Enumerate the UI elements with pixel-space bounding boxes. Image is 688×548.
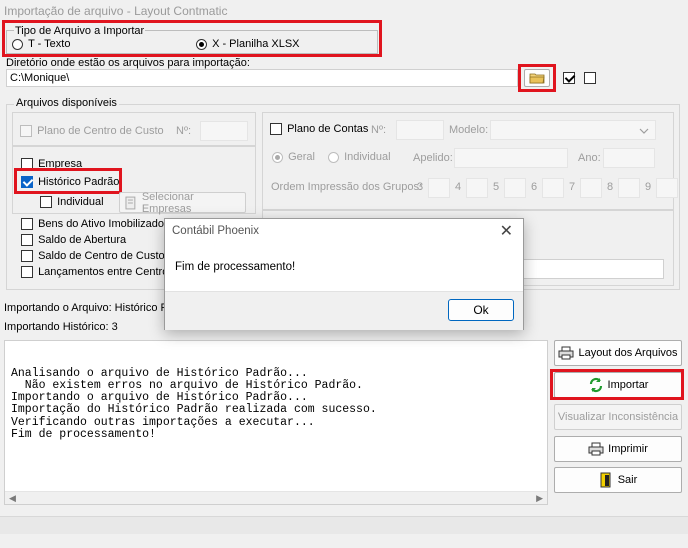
modelo-select[interactable]	[490, 120, 656, 140]
saldo-centro-custo-label: Saldo de Centro de Custo	[38, 250, 165, 262]
ano-label: Ano:	[578, 152, 601, 164]
dialog-close-icon[interactable]: ✕	[500, 221, 513, 241]
saldo-centro-custo-checkbox[interactable]	[21, 250, 33, 263]
importing-file-label: Importando o Arquivo: Histórico Pa	[4, 302, 174, 314]
lancamentos-option[interactable]: Lançamentos entre Centro	[21, 266, 169, 279]
scroll-right-icon[interactable]: ▶	[536, 493, 543, 504]
window-title: Importação de arquivo - Layout Contmatic	[4, 4, 228, 18]
sair-button[interactable]: Sair	[554, 467, 682, 493]
importing-count-label: Importando Histórico: 3	[4, 321, 118, 333]
bens-ativo-checkbox[interactable]	[21, 218, 33, 231]
individual2-radio[interactable]	[328, 151, 339, 163]
dialog-message: Fim de processamento!	[175, 261, 296, 273]
individual-option[interactable]: Individual	[40, 196, 104, 209]
saldo-abertura-option[interactable]: Saldo de Abertura	[21, 234, 127, 247]
saldo-abertura-checkbox[interactable]	[21, 234, 33, 247]
geral-label: Geral	[288, 151, 315, 163]
window-titlebar: Importação de arquivo - Layout Contmatic	[0, 0, 688, 22]
log-line: Fim de processamento!	[11, 428, 156, 442]
ordem-group-label: 4	[455, 181, 462, 193]
status-bar	[0, 516, 688, 534]
ano-input[interactable]	[603, 148, 655, 168]
layout-arquivos-button[interactable]: Layout dos Arquivos	[554, 340, 682, 366]
highlight-importar-button	[550, 369, 684, 400]
ordem-group-label: 7	[569, 181, 576, 193]
printer-icon	[558, 346, 574, 360]
ordem-group-label: 6	[531, 181, 538, 193]
plano-centro-custo-label: Plano de Centro de Custo	[37, 125, 164, 137]
plano-centro-custo-option[interactable]: Plano de Centro de Custo	[20, 125, 164, 138]
bens-ativo-label: Bens do Ativo Imobilizado	[38, 218, 165, 230]
imprimir-label: Imprimir	[608, 443, 648, 455]
lancamentos-label: Lançamentos entre Centro	[38, 266, 169, 278]
ordem-group-input[interactable]	[504, 178, 526, 198]
directory-checkbox-2[interactable]	[584, 72, 596, 84]
available-files-legend: Arquivos disponíveis	[14, 97, 119, 109]
ordem-group-label: 3	[417, 181, 424, 193]
highlight-browse-button	[518, 64, 556, 92]
modelo-label: Modelo:	[449, 124, 489, 136]
document-icon	[125, 196, 136, 209]
dialog-title: Contábil Phoenix	[172, 225, 259, 237]
visualizar-inconsistencia-label: Visualizar Inconsistência	[557, 411, 679, 423]
plano-centro-custo-checkbox[interactable]	[20, 125, 32, 138]
individual-checkbox[interactable]	[40, 196, 52, 209]
centro-custo-no-label: Nº:	[176, 125, 192, 137]
plano-contas-no-input[interactable]	[396, 120, 444, 140]
printer-icon	[588, 442, 604, 456]
directory-label: Diretório onde estão os arquivos para im…	[6, 57, 250, 69]
saldo-abertura-label: Saldo de Abertura	[38, 234, 127, 246]
lancamentos-checkbox[interactable]	[21, 266, 33, 279]
layout-arquivos-label: Layout dos Arquivos	[578, 347, 678, 359]
directory-value: C:\Monique\	[10, 72, 70, 84]
imprimir-button[interactable]: Imprimir	[554, 436, 682, 462]
scroll-left-icon[interactable]: ◀	[9, 493, 16, 504]
selecionar-empresas-label: Selecionar Empresas	[141, 190, 194, 215]
individual-label: Individual	[57, 196, 104, 208]
dialog-footer: Ok	[165, 291, 523, 330]
plano-contas-no-label: Nº:	[371, 124, 387, 136]
exit-door-icon	[600, 472, 611, 488]
sair-label: Sair	[617, 474, 638, 486]
ordem-group-input[interactable]	[428, 178, 450, 198]
ordem-group-label: 8	[607, 181, 614, 193]
geral-radio[interactable]	[272, 151, 283, 163]
log-textarea[interactable]: Analisando o arquivo de Histórico Padrão…	[4, 340, 548, 505]
directory-checkbox-1[interactable]	[563, 72, 575, 84]
bens-ativo-option[interactable]: Bens do Ativo Imobilizado	[21, 218, 165, 231]
apelido-input[interactable]	[454, 148, 568, 168]
ordem-group-input[interactable]	[466, 178, 488, 198]
chevron-down-icon	[639, 128, 649, 134]
individual2-label: Individual	[344, 151, 391, 163]
log-lines: Analisando o arquivo de Histórico Padrão…	[11, 367, 547, 442]
directory-input[interactable]: C:\Monique\	[6, 69, 518, 87]
ordem-group-input[interactable]	[618, 178, 640, 198]
centro-custo-no-input[interactable]	[200, 121, 248, 141]
highlight-historico-padrao	[14, 168, 122, 194]
log-horizontal-scrollbar[interactable]: ◀ ▶	[5, 491, 547, 504]
geral-option[interactable]: Geral	[272, 151, 315, 163]
plano-contas-checkbox[interactable]	[270, 123, 282, 136]
dialog-ok-button[interactable]: Ok	[448, 299, 514, 321]
apelido-label: Apelido:	[413, 152, 453, 164]
ordem-group-label: 9	[645, 181, 652, 193]
plano-contas-option[interactable]: Plano de Contas	[270, 123, 369, 136]
right-lower-input[interactable]	[520, 259, 664, 279]
selecionar-empresas-button[interactable]: Selecionar Empresas	[119, 190, 246, 215]
saldo-centro-custo-option[interactable]: Saldo de Centro de Custo	[21, 250, 165, 263]
ordem-group-input[interactable]	[656, 178, 678, 198]
ordem-label: Ordem Impressão dos Grupos:	[271, 181, 423, 193]
plano-contas-label: Plano de Contas	[287, 123, 369, 135]
highlight-file-type	[2, 20, 382, 57]
log-line: Importação do Histórico Padrão realizada…	[11, 403, 377, 417]
ordem-group-input[interactable]	[580, 178, 602, 198]
individual2-option[interactable]: Individual	[328, 151, 391, 163]
ordem-group-input[interactable]	[542, 178, 564, 198]
ordem-group-label: 5	[493, 181, 500, 193]
message-dialog: Contábil Phoenix ✕ Fim de processamento!…	[164, 218, 524, 330]
visualizar-inconsistencia-button[interactable]: Visualizar Inconsistência	[554, 404, 682, 430]
